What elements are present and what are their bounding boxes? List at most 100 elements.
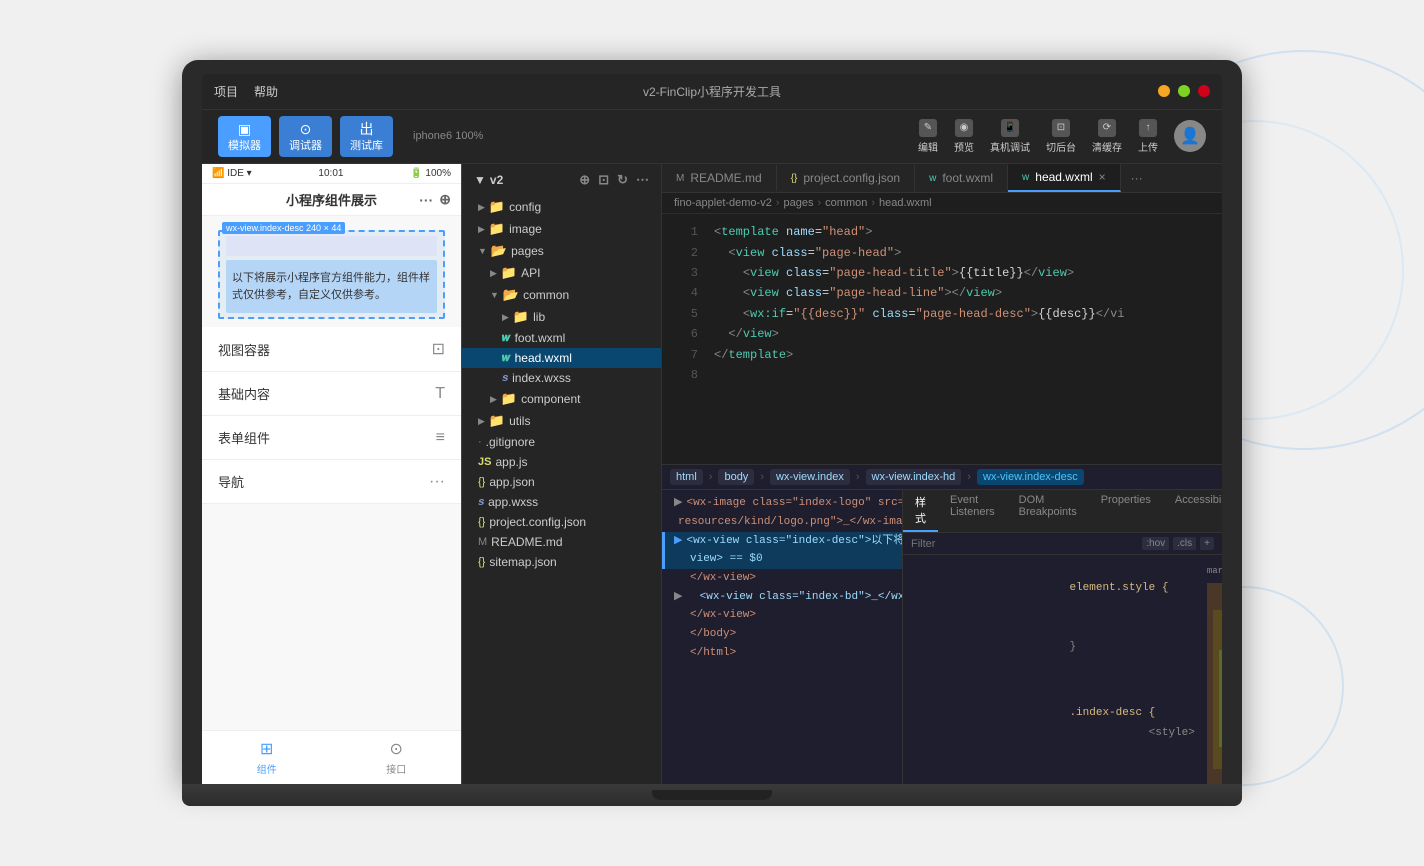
tree-item-gitignore[interactable]: · .gitignore	[462, 432, 661, 452]
tree-item-component[interactable]: ▶ 📁 component	[462, 388, 661, 410]
breadcrumb-root[interactable]: fino-applet-demo-v2	[674, 197, 772, 209]
tree-item-foot-wxml[interactable]: 𝒘 foot.wxml	[462, 328, 661, 348]
breadcrumb-file[interactable]: head.wxml	[879, 197, 932, 209]
tree-item-lib-label: lib	[533, 310, 545, 324]
toolbar-right: ✎ 编辑 ◉ 预览 📱 真机调试 ⊡ 切后台	[918, 119, 1206, 154]
tree-item-head-wxml[interactable]: 𝒘 head.wxml	[462, 348, 661, 368]
tree-icon-2[interactable]: ⊡	[598, 172, 609, 188]
tab-readme-label: README.md	[690, 171, 761, 185]
triangle-icon: ▶	[674, 494, 682, 513]
tree-icon-1[interactable]: ⊕	[579, 172, 590, 188]
box-border-section: border - padding - 240 × 44 -	[1213, 610, 1222, 769]
tree-icon-4[interactable]: ⋯	[636, 172, 649, 188]
breadcrumb-pages[interactable]: pages	[784, 197, 814, 209]
tree-item-config[interactable]: ▶ 📁 config	[462, 196, 661, 218]
tree-item-readme[interactable]: M README.md	[462, 532, 661, 552]
device-signal: 📶 IDE ▾	[212, 168, 252, 179]
close-button[interactable]	[1198, 85, 1210, 97]
cls-tag[interactable]: .cls	[1173, 537, 1196, 550]
action-upload[interactable]: ↑ 上传	[1138, 119, 1158, 154]
nav-item-view-container[interactable]: 视图容器 ⊡	[202, 327, 461, 372]
html-tag-wx-view-index[interactable]: wx-view.index	[770, 469, 850, 485]
tree-item-common[interactable]: ▼ 📂 common	[462, 284, 661, 306]
tab-close-icon[interactable]: ×	[1099, 170, 1106, 184]
css-tab-event[interactable]: Event Listeners	[938, 490, 1007, 532]
element-highlight: 以下将展示小程序官方组件能力，组件样式仅供参考，自定义仅供参考。	[226, 260, 437, 313]
html-tag-body[interactable]: body	[718, 469, 754, 485]
caret-icon: ▶	[490, 394, 497, 405]
panels-body: ▶ <wx-image class="index-logo" src="../r…	[662, 490, 1222, 784]
action-device-debug[interactable]: 📱 真机调试	[990, 119, 1030, 154]
menu-item-help[interactable]: 帮助	[254, 83, 278, 100]
css-tab-accessibility[interactable]: Accessibility	[1163, 490, 1222, 532]
nav-nav-icon: ···	[429, 473, 445, 491]
tree-item-sitemap[interactable]: {} sitemap.json	[462, 552, 661, 572]
tree-item-index-wxss[interactable]: 𝒔 index.wxss	[462, 368, 661, 388]
action-clear-cache-label: 清缓存	[1092, 139, 1122, 154]
code-editor[interactable]: 1 <template name="head"> 2 <view class="…	[662, 214, 1222, 464]
html-tag-html[interactable]: html	[670, 469, 703, 485]
action-background[interactable]: ⊡ 切后台	[1046, 119, 1076, 154]
user-avatar[interactable]: 👤	[1174, 120, 1206, 152]
tree-item-utils[interactable]: ▶ 📁 utils	[462, 410, 661, 432]
nav-item-basic-content[interactable]: 基础内容 T	[202, 372, 461, 416]
plus-tag[interactable]: +	[1200, 537, 1214, 550]
html-code-line-4: view> == $0	[662, 550, 902, 569]
hov-tag[interactable]: :hov	[1142, 537, 1169, 550]
device-label: iphone6 100%	[413, 130, 483, 142]
html-code-content[interactable]: ▶ <wx-image class="index-logo" src="../r…	[662, 490, 902, 784]
code-text: <wx-image class="index-logo" src="../res…	[686, 494, 902, 513]
tree-item-lib[interactable]: ▶ 📁 lib	[462, 306, 661, 328]
minimize-button[interactable]	[1158, 85, 1170, 97]
simulator-button[interactable]: ▣ 模拟器	[218, 116, 271, 157]
tree-item-app-js[interactable]: JS app.js	[462, 452, 661, 472]
tree-item-app-json[interactable]: {} app.json	[462, 472, 661, 492]
tree-item-image[interactable]: ▶ 📁 image	[462, 218, 661, 240]
action-preview[interactable]: ◉ 预览	[954, 119, 974, 154]
tab-head-wxml[interactable]: w head.wxml ×	[1008, 164, 1121, 192]
action-clear-cache[interactable]: ⟳ 清缓存	[1092, 119, 1122, 154]
nav-item-form[interactable]: 表单组件 ≡	[202, 416, 461, 460]
json-icon: {}	[478, 516, 485, 528]
tree-item-api[interactable]: ▶ 📁 API	[462, 262, 661, 284]
css-tab-dom[interactable]: DOM Breakpoints	[1007, 490, 1089, 532]
tree-item-app-wxss[interactable]: 𝒔 app.wxss	[462, 492, 661, 512]
css-tab-properties[interactable]: Properties	[1089, 490, 1163, 532]
html-code-line-5: </wx-view>	[662, 569, 902, 588]
debugger-button[interactable]: ⊙ 调试器	[279, 116, 332, 157]
html-tag-wx-view-hd[interactable]: wx-view.index-hd	[866, 469, 962, 485]
testlib-button[interactable]: 出 测试库	[340, 116, 393, 157]
action-edit[interactable]: ✎ 编辑	[918, 119, 938, 154]
action-preview-label: 预览	[954, 139, 974, 154]
menu-item-project[interactable]: 项目	[214, 83, 238, 100]
breadcrumb-common[interactable]: common	[825, 197, 867, 209]
tree-item-image-label: image	[509, 222, 542, 236]
tab-more[interactable]: ···	[1121, 165, 1153, 191]
tree-item-project-config[interactable]: {} project.config.json	[462, 512, 661, 532]
html-tree-bar: html › body › wx-view.index › wx-view.in…	[662, 465, 1222, 490]
tab-foot-wxml[interactable]: w foot.wxml	[915, 165, 1008, 191]
tree-item-pages-label: pages	[511, 244, 544, 258]
tree-item-pages[interactable]: ▼ 📂 pages	[462, 240, 661, 262]
bottom-tab-components[interactable]: ⊞ 组件	[257, 739, 277, 776]
action-edit-label: 编辑	[918, 139, 938, 154]
tab-head-label: head.wxml	[1035, 170, 1092, 184]
maximize-button[interactable]	[1178, 85, 1190, 97]
css-tab-styles[interactable]: 样式	[903, 490, 938, 532]
tab-readme[interactable]: M README.md	[662, 165, 777, 191]
bottom-tab-interface[interactable]: ⊙ 接口	[386, 739, 406, 776]
tab-foot-icon: w	[929, 173, 936, 184]
css-filter-input[interactable]	[911, 538, 1136, 550]
tab-project-config[interactable]: {} project.config.json	[777, 165, 915, 191]
html-tag-wx-view-desc[interactable]: wx-view.index-desc	[977, 469, 1084, 485]
tree-item-app-js-label: app.js	[495, 455, 527, 469]
caret-icon: ▶	[478, 416, 485, 427]
tree-item-component-label: component	[521, 392, 580, 406]
tree-icon-3[interactable]: ↻	[617, 172, 628, 188]
index-desc-selector: .index-desc {	[1069, 707, 1155, 719]
action-upload-label: 上传	[1138, 139, 1158, 154]
code-line-6: 6 </view>	[662, 324, 1222, 344]
nav-item-navigation[interactable]: 导航 ···	[202, 460, 461, 504]
code-line-5: 5 <wx:if="{{desc}}" class="page-head-des…	[662, 304, 1222, 324]
interface-tab-label: 接口	[386, 761, 406, 776]
